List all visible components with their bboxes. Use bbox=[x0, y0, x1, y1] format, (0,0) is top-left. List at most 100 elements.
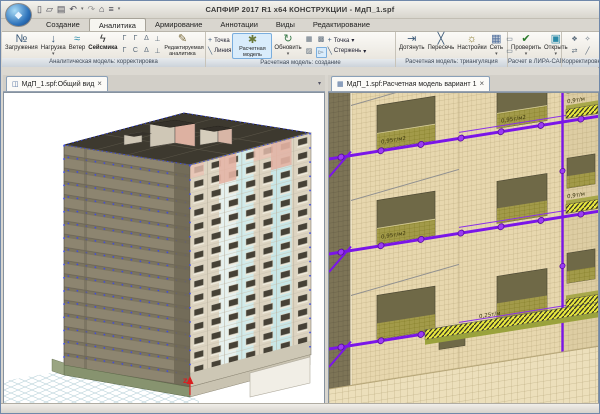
mesh-dropdown-icon[interactable]: ▾ bbox=[495, 52, 498, 56]
group-lira-sapr: ✔ Проверить ▾ ▣ Открыть ▾ Расчет в ЛИРА-… bbox=[508, 32, 562, 67]
check-dropdown-icon[interactable]: ▾ bbox=[525, 52, 528, 56]
tab-analitika[interactable]: Аналитика bbox=[89, 18, 146, 31]
open-file-icon[interactable]: ▱ bbox=[46, 3, 53, 15]
doctab-general-view[interactable]: ◫ МдП_1.spf:Общий вид × bbox=[6, 76, 108, 91]
mesh-model-svg: 0,95т/м2 0,95т/м2 0,95т/м2 0,9т/м 0,9т/м… bbox=[329, 93, 598, 405]
ribbon-desk-gap bbox=[2, 67, 598, 75]
update-button[interactable]: ↻ Обновить ▾ bbox=[273, 33, 302, 56]
point2-button[interactable]: + Точка ▾ bbox=[328, 37, 367, 44]
move-tool-icon[interactable]: ❖ bbox=[569, 35, 581, 46]
stretch-icon: ⇥ bbox=[407, 33, 416, 45]
ribbon: № Загружения ↓ Нагрузка ▾ ≈ Ветер ϟ Сейс… bbox=[2, 31, 599, 68]
check-button[interactable]: ✔ Проверить ▾ bbox=[510, 33, 542, 56]
line-button[interactable]: ╲ Линия bbox=[208, 47, 231, 55]
wind-icon: ≈ bbox=[74, 33, 80, 45]
viewport-3d-model[interactable]: Z bbox=[3, 92, 325, 406]
bar-icon: ╲ bbox=[328, 47, 332, 55]
viewport-mesh-model[interactable]: 0,95т/м2 0,95т/м2 0,95т/м2 0,9т/м 0,9т/м… bbox=[328, 92, 599, 406]
calc-model-button[interactable]: ✱ Расчетная модель bbox=[232, 33, 272, 59]
bar-dropdown-icon: ▾ bbox=[363, 48, 366, 55]
loads-icon: № bbox=[15, 33, 27, 45]
app-logo-icon[interactable]: ◆ bbox=[5, 3, 32, 27]
mesh-button[interactable]: ▦ Сеть ▾ bbox=[489, 33, 504, 56]
triangle-tool-icon[interactable]: Δ bbox=[141, 35, 151, 46]
status-bar bbox=[1, 403, 599, 413]
building-left-face bbox=[64, 145, 190, 387]
bar-button[interactable]: ╲ Стержень ▾ bbox=[328, 47, 367, 55]
close-icon[interactable]: × bbox=[97, 80, 102, 88]
mesh-scene: 0,95т/м2 0,95т/м2 0,95т/м2 0,9т/м 0,9т/м… bbox=[329, 93, 598, 405]
loads-button[interactable]: № Загружения bbox=[4, 33, 39, 52]
group-label-create: Расчетная модель: создание bbox=[206, 59, 395, 67]
edit-analytics-icon: ✎ bbox=[178, 33, 187, 45]
panel-general-view: ◫ МдП_1.spf:Общий вид × ▾ bbox=[3, 75, 325, 406]
edge-tool2-icon[interactable]: Γ bbox=[130, 35, 140, 46]
group-label-correction: Корректировка bbox=[562, 58, 600, 67]
load-dropdown-icon[interactable]: ▾ bbox=[52, 52, 55, 56]
edge-tool-icon[interactable]: Γ bbox=[119, 35, 129, 46]
mesh-icon: ▦ bbox=[491, 33, 501, 45]
select-mode-icon[interactable]: ▻ bbox=[316, 47, 327, 58]
update-dropdown-icon[interactable]: ▾ bbox=[287, 52, 290, 56]
triangle-tool2-icon[interactable]: Δ bbox=[141, 47, 151, 58]
correction-tools: ❖ ✧ ⇄ ╱ bbox=[569, 35, 594, 58]
home-icon[interactable]: ⌂ bbox=[99, 3, 104, 15]
z-axis-label: Z bbox=[183, 378, 188, 385]
mesh-tool2-icon[interactable]: ▩ bbox=[316, 35, 327, 46]
support-tool2-icon[interactable]: ⊥ bbox=[152, 47, 162, 58]
point2-dropdown-icon: ▾ bbox=[351, 37, 354, 44]
mesh-tool-icon[interactable]: ▦ bbox=[304, 35, 315, 46]
undo-dropdown-icon[interactable]: ▾ bbox=[81, 3, 84, 15]
intersect-button[interactable]: ╳ Пересечь bbox=[427, 33, 456, 52]
tab-redaktirovanie[interactable]: Редактирование bbox=[304, 18, 379, 31]
group-analytic-model: № Загружения ↓ Нагрузка ▾ ≈ Ветер ϟ Сейс… bbox=[2, 32, 206, 67]
load-button[interactable]: ↓ Нагрузка ▾ bbox=[40, 33, 67, 56]
load-icon: ↓ bbox=[51, 33, 57, 45]
building-3d-svg: Z bbox=[4, 93, 324, 405]
mirror-tool-icon[interactable]: ⇄ bbox=[569, 47, 581, 58]
open-lira-dropdown-icon[interactable]: ▾ bbox=[555, 52, 558, 56]
tab-armirovanie[interactable]: Армирование bbox=[146, 18, 211, 31]
seismic-icon: ϟ bbox=[100, 33, 106, 45]
mesh-tools: ▦ ▩ ▨ ▻ bbox=[304, 35, 327, 58]
editable-analytics-button[interactable]: ✎ Редактируемая аналитика bbox=[163, 33, 201, 57]
settings-button[interactable]: ☼ Настройки bbox=[456, 33, 487, 52]
curve-tool-icon[interactable]: C bbox=[130, 47, 140, 58]
stretch-button[interactable]: ⇥ Дотянуть bbox=[398, 33, 426, 52]
left-tabstrip: ◫ МдП_1.spf:Общий вид × ▾ bbox=[3, 75, 325, 92]
group-correction: ❖ ✧ ⇄ ╱ Корректировка bbox=[562, 32, 600, 67]
undo-icon[interactable]: ↶ bbox=[69, 3, 77, 15]
mesh-tab-icon: ▦ bbox=[337, 80, 344, 88]
tab-vidy[interactable]: Виды bbox=[267, 18, 304, 31]
redo-icon[interactable]: ↷ bbox=[87, 3, 95, 15]
tab-list-dropdown-icon[interactable]: ▾ bbox=[318, 80, 321, 87]
save-icon[interactable]: ▤ bbox=[57, 3, 66, 15]
point-bar-stack: + Точка ▾ ╲ Стержень ▾ bbox=[328, 37, 367, 55]
seismic-button[interactable]: ϟ Сейсмика bbox=[87, 33, 118, 52]
rotate-tool-icon[interactable]: ✧ bbox=[582, 35, 594, 46]
view-tab-icon: ◫ bbox=[12, 80, 19, 88]
intersect-icon: ╳ bbox=[438, 33, 445, 45]
right-tabstrip: ▦ МдП_1.spf:Расчетная модель вариант 1 × bbox=[328, 75, 599, 92]
mesh-tool3-icon[interactable]: ▨ bbox=[304, 47, 315, 58]
tab-sozdanie[interactable]: Создание bbox=[37, 18, 89, 31]
building-front-face bbox=[190, 133, 311, 387]
trim-tool-icon[interactable]: ╱ bbox=[582, 47, 594, 58]
close-icon[interactable]: × bbox=[479, 80, 484, 88]
panel-calc-model: ▦ МдП_1.spf:Расчетная модель вариант 1 × bbox=[328, 75, 599, 406]
open-lira-icon: ▣ bbox=[551, 33, 561, 45]
edge-tool3-icon[interactable]: Γ bbox=[119, 47, 129, 58]
tab-annotacii[interactable]: Аннотации bbox=[211, 18, 267, 31]
support-tool-icon[interactable]: ⊥ bbox=[152, 35, 162, 46]
group-triangulation: ⇥ Дотянуть ╳ Пересечь ☼ Настройки ▦ Сеть… bbox=[396, 32, 508, 67]
ribbon-tab-bar: Создание Аналитика Армирование Аннотации… bbox=[37, 18, 379, 31]
analytic-tools: Γ Γ Δ ⊥ Γ C Δ ⊥ bbox=[119, 35, 162, 58]
qat-options-icon[interactable]: ▾ bbox=[118, 3, 121, 15]
new-file-icon[interactable]: ▯ bbox=[37, 3, 42, 15]
point-button[interactable]: + Точка bbox=[208, 37, 231, 44]
wind-button[interactable]: ≈ Ветер bbox=[68, 33, 87, 52]
point2-icon: + bbox=[328, 37, 332, 44]
print-icon[interactable]: ≡ bbox=[108, 3, 113, 15]
update-icon: ↻ bbox=[283, 33, 292, 45]
doctab-calc-model[interactable]: ▦ МдП_1.spf:Расчетная модель вариант 1 × bbox=[331, 76, 490, 91]
